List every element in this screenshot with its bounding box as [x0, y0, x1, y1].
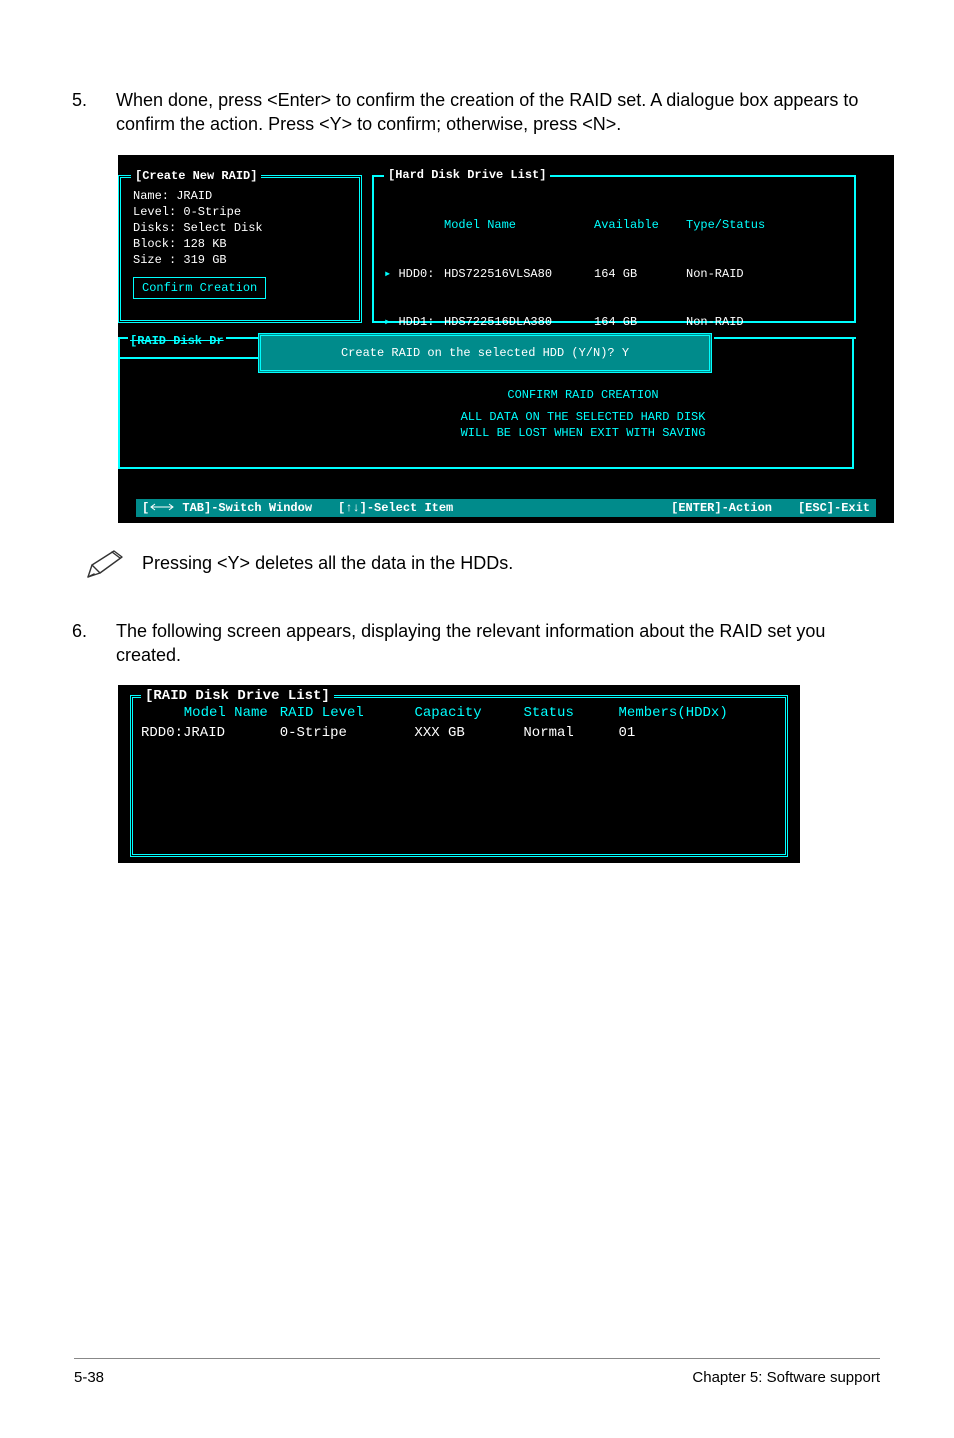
panel-hdd-title: [Hard Disk Drive List] [384, 168, 550, 182]
create-level: Level: 0-Stripe [133, 204, 347, 220]
footer-esc: [ESC]-Exit [798, 501, 870, 515]
step-5-text: When done, press <Enter> to confirm the … [116, 88, 882, 137]
warn-line-1: CONFIRM RAID CREATION [418, 387, 748, 403]
hdd0-model: HDS722516VLSA80 [444, 266, 594, 282]
create-raid-dialog[interactable]: Create RAID on the selected HDD (Y/N)? Y [258, 333, 712, 373]
raid-h-capacity: Capacity [414, 704, 523, 724]
step-6: 6. The following screen appears, display… [72, 619, 882, 668]
hdd-header-type: Type/Status [686, 217, 776, 233]
create-size: Size : 319 GB [133, 252, 347, 268]
raid-r-capacity: XXX GB [414, 724, 523, 744]
raid-list-header: Model Name RAID Level Capacity Status Me… [141, 704, 777, 724]
raid-list-row-0: RDD0:JRAID 0-Stripe XXX GB Normal 01 [141, 724, 777, 744]
hdd-header: Model Name Available Type/Status [384, 217, 844, 233]
footer-tab: [ TAB]-Switch Window [142, 501, 312, 515]
raid-r-members: 01 [619, 724, 778, 744]
panel-create-title: [Create New RAID] [131, 169, 261, 183]
raid-r-model: RDD0:JRAID [141, 724, 280, 744]
confirm-warning: CONFIRM RAID CREATION ALL DATA ON THE SE… [418, 387, 748, 442]
create-raid-dialog-text: Create RAID on the selected HDD (Y/N)? Y [341, 346, 629, 360]
warn-line-3: WILL BE LOST WHEN EXIT WITH SAVING [418, 425, 748, 441]
raid-h-members: Members(HDDx) [619, 704, 777, 724]
hdd-row-0: ▸ HDD0: HDS722516VLSA80 164 GB Non-RAID [384, 266, 844, 282]
chapter-label: Chapter 5: Software support [692, 1369, 880, 1386]
step-6-number: 6. [72, 619, 116, 643]
left-right-arrow-icon [149, 503, 175, 511]
bios-footer-bar: [ TAB]-Switch Window [↑↓]-Select Item [E… [136, 499, 876, 517]
panel-create-new-raid: [Create New RAID] Name: JRAID Level: 0-S… [118, 175, 362, 323]
raid-list-title: [RAID Disk Drive List] [141, 688, 334, 704]
panel-hdd-list: [Hard Disk Drive List] Model Name Availa… [372, 175, 856, 323]
step-6-text: The following screen appears, displaying… [116, 619, 882, 668]
page-footer: 5-38 Chapter 5: Software support [74, 1358, 880, 1386]
note-row: Pressing <Y> deletes all the data in the… [72, 547, 882, 581]
note-pencil-icon [72, 547, 142, 581]
hdd0-type: Non-RAID [686, 266, 776, 282]
raid-r-level: 0-Stripe [280, 724, 415, 744]
hdd-header-model: Model Name [444, 217, 594, 233]
hdd1-avail: 164 GB [594, 314, 686, 330]
page-number: 5-38 [74, 1369, 104, 1386]
footer-select: [↑↓]-Select Item [338, 501, 453, 515]
hdd-row-1: ▸ HDD1: HDS722516DLA380 164 GB Non-RAID [384, 314, 844, 330]
hdd-header-avail: Available [594, 217, 686, 233]
step-5-number: 5. [72, 88, 116, 112]
hdd1-type: Non-RAID [686, 314, 776, 330]
warn-line-2: ALL DATA ON THE SELECTED HARD DISK [418, 409, 748, 425]
create-name: Name: JRAID [133, 188, 347, 204]
hdd1-dev: HDD1: [398, 315, 434, 329]
footer-action: [ENTER]-Action [671, 501, 772, 515]
hdd0-dev: HDD0: [398, 267, 434, 281]
bios-screenshot-2: [RAID Disk Drive List] Model Name RAID L… [118, 685, 800, 863]
confirm-creation-box[interactable]: Confirm Creation [133, 277, 266, 299]
hdd1-model: HDS722516DLA380 [444, 314, 594, 330]
raid-h-status: Status [523, 704, 618, 724]
raid-h-level: RAID Level [280, 704, 415, 724]
step-5: 5. When done, press <Enter> to confirm t… [72, 88, 882, 137]
panel-raid-disk-drive-list: [RAID Disk Drive List] Model Name RAID L… [130, 695, 788, 857]
create-block: Block: 128 KB [133, 236, 347, 252]
raid-r-status: Normal [523, 724, 618, 744]
note-text: Pressing <Y> deletes all the data in the… [142, 553, 882, 574]
create-disks: Disks: Select Disk [133, 220, 347, 236]
raid-h-model: Model Name [141, 704, 280, 724]
bios-screenshot-1: [Create New RAID] Name: JRAID Level: 0-S… [118, 155, 894, 523]
hdd0-avail: 164 GB [594, 266, 686, 282]
